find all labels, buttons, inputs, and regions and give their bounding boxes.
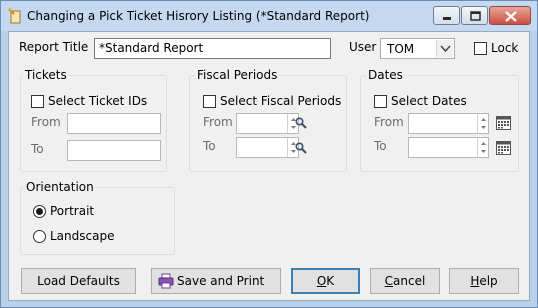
tickets-from-input[interactable] xyxy=(67,113,161,134)
dates-to-spinner[interactable] xyxy=(408,137,489,158)
printer-icon xyxy=(158,273,174,297)
user-select-value: TOM xyxy=(387,42,415,56)
calendar-icon[interactable] xyxy=(496,140,511,158)
orientation-group xyxy=(20,187,175,255)
magnifier-icon[interactable] xyxy=(295,142,307,157)
lock-checkbox[interactable] xyxy=(474,42,487,55)
cancel-mnemonic: C xyxy=(384,274,394,288)
select-fiscal-periods-label: Select Fiscal Periods xyxy=(220,94,342,108)
magnifier-icon[interactable] xyxy=(295,117,307,132)
minimize-button[interactable] xyxy=(433,6,460,25)
fiscal-from-spinner[interactable] xyxy=(236,113,299,134)
portrait-radio[interactable] xyxy=(33,205,46,218)
pick-ticket-icon xyxy=(8,8,22,24)
maximize-icon xyxy=(470,11,481,21)
window-title: Changing a Pick Ticket Hisrory Listing (… xyxy=(27,9,370,23)
dates-from-spinner[interactable] xyxy=(408,113,489,134)
tickets-to-input[interactable] xyxy=(67,140,161,161)
save-and-print-label: Save and Print xyxy=(177,274,265,288)
help-button[interactable]: Help xyxy=(449,268,519,294)
spinner-arrows-icon[interactable] xyxy=(477,138,488,157)
calendar-icon[interactable] xyxy=(496,115,511,133)
fiscal-periods-group-title: Fiscal Periods xyxy=(195,68,280,82)
tickets-group-title: Tickets xyxy=(23,68,69,82)
select-dates-checkbox[interactable] xyxy=(374,95,387,108)
fiscal-to-spinner[interactable] xyxy=(236,137,299,158)
dates-group-title: Dates xyxy=(366,68,405,82)
title-bar[interactable]: Changing a Pick Ticket Hisrory Listing (… xyxy=(1,1,537,31)
landscape-label: Landscape xyxy=(50,229,115,243)
orientation-group-title: Orientation xyxy=(24,180,96,194)
help-mnemonic: H xyxy=(470,274,480,288)
spinner-arrows-icon[interactable] xyxy=(477,114,488,133)
dates-from-label: From xyxy=(374,115,404,129)
select-fiscal-periods-checkbox[interactable] xyxy=(203,95,216,108)
dialog-body: Report Title *Standard Report User TOM L… xyxy=(8,31,530,301)
cancel-button[interactable]: Cancel xyxy=(370,268,440,294)
help-label-rest: elp xyxy=(479,274,498,288)
ok-label-rest: K xyxy=(326,274,335,288)
maximize-button[interactable] xyxy=(461,6,488,25)
fiscal-from-label: From xyxy=(203,115,233,129)
dates-to-label: To xyxy=(374,139,387,153)
lock-label: Lock xyxy=(491,41,519,55)
ok-mnemonic: O xyxy=(316,274,327,288)
user-select[interactable]: TOM xyxy=(380,38,455,59)
landscape-radio[interactable] xyxy=(33,230,46,243)
tickets-from-label: From xyxy=(31,115,61,129)
report-title-input[interactable]: *Standard Report xyxy=(94,38,331,59)
save-and-print-button[interactable]: Save and Print xyxy=(151,268,281,294)
report-title-label: Report Title xyxy=(19,40,89,54)
minimize-icon xyxy=(443,17,451,20)
select-dates-label: Select Dates xyxy=(391,94,467,108)
select-ticket-ids-label: Select Ticket IDs xyxy=(48,94,148,108)
fiscal-to-label: To xyxy=(203,139,216,153)
cancel-label-rest: ancel xyxy=(393,274,426,288)
user-label: User xyxy=(349,40,377,54)
close-button[interactable] xyxy=(489,6,531,25)
portrait-label: Portrait xyxy=(50,204,95,218)
chevron-down-icon[interactable] xyxy=(436,40,453,57)
tickets-to-label: To xyxy=(31,142,44,156)
select-ticket-ids-checkbox[interactable] xyxy=(31,95,44,108)
load-defaults-button[interactable]: Load Defaults xyxy=(21,268,136,294)
ok-button[interactable]: OK xyxy=(291,268,360,294)
dialog-window: Changing a Pick Ticket Hisrory Listing (… xyxy=(0,0,538,308)
close-icon xyxy=(505,11,517,22)
